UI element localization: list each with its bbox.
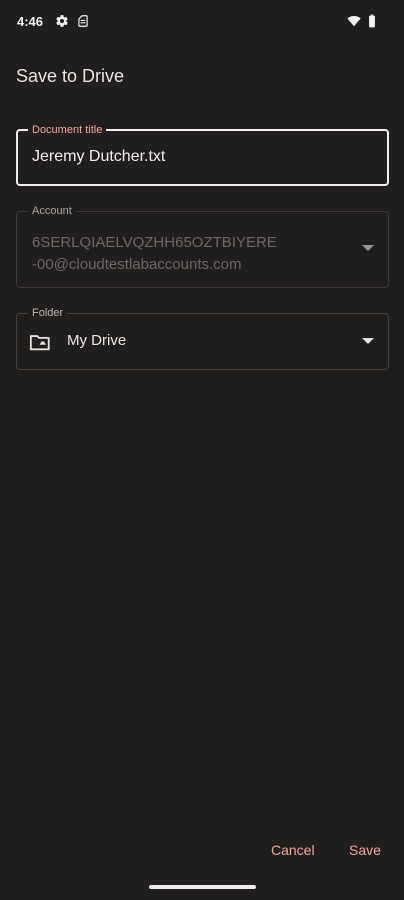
folder-value: My Drive xyxy=(67,332,127,349)
document-title-label: Document title xyxy=(28,123,107,137)
account-label: Account xyxy=(28,204,76,218)
save-button[interactable]: Save xyxy=(349,842,381,858)
account-value: 6SERLQIAELVQZHH65OZTBIYERE -00@cloudtest… xyxy=(32,232,332,276)
folder-dropdown[interactable]: Folder My Drive xyxy=(16,306,389,370)
sim-card-icon xyxy=(78,15,88,27)
account-value-line1: 6SERLQIAELVQZHH65OZTBIYERE xyxy=(32,234,277,251)
status-time: 4:46 xyxy=(17,14,44,29)
battery-icon xyxy=(369,14,375,28)
gesture-bar[interactable] xyxy=(149,885,256,889)
dropdown-arrow-icon[interactable] xyxy=(362,245,374,251)
status-bar: 4:46 xyxy=(0,0,404,44)
folder-label: Folder xyxy=(28,306,68,320)
document-title-field[interactable]: Document title Jeremy Dutcher.txt xyxy=(16,123,389,186)
page-title: Save to Drive xyxy=(16,66,125,86)
folder-drive-icon xyxy=(29,335,50,351)
dropdown-arrow-icon[interactable] xyxy=(362,338,374,344)
wifi-icon xyxy=(347,16,361,27)
document-title-input[interactable]: Jeremy Dutcher.txt xyxy=(32,148,165,166)
cancel-button[interactable]: Cancel xyxy=(271,842,315,858)
account-dropdown[interactable]: Account 6SERLQIAELVQZHH65OZTBIYERE -00@c… xyxy=(16,204,389,288)
account-value-line2: -00@cloudtestlabaccounts.com xyxy=(32,256,242,273)
settings-icon xyxy=(56,15,68,27)
